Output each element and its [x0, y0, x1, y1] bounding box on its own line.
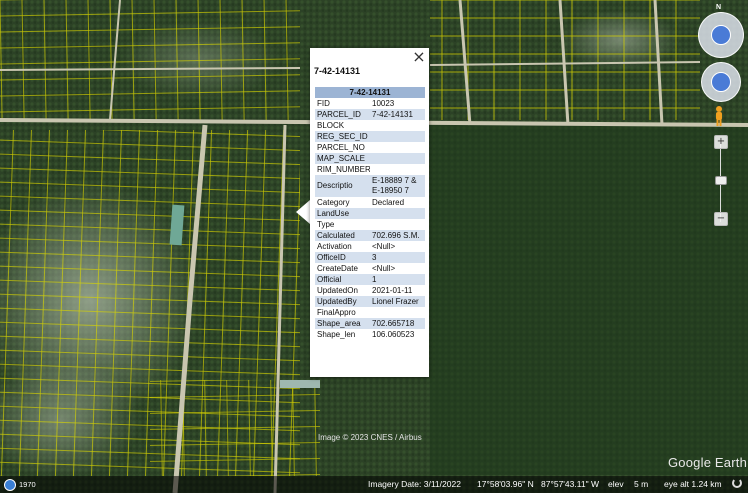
attribute-value: 106.060523	[372, 330, 415, 339]
attribute-value: <Null>	[372, 242, 396, 251]
table-row: FinalAppro	[315, 307, 425, 318]
attribute-key: Descriptio	[317, 181, 353, 190]
attribute-value	[370, 307, 425, 318]
elevation-label: elev	[608, 479, 624, 489]
attribute-key: RIM_NUMBER	[317, 165, 370, 174]
move-arrows-icon	[711, 72, 731, 92]
attribute-key: Type	[317, 220, 335, 229]
eye-altitude: eye alt 1.24 km	[664, 479, 722, 489]
longitude-readout: 87°57'43.11" W	[541, 479, 599, 489]
attribute-value: 3	[372, 253, 377, 262]
table-row: MAP_SCALE	[315, 153, 425, 164]
attribute-key: BLOCK	[317, 121, 345, 130]
table-row: Descriptio E-18889 7 & E-18950 7	[315, 175, 425, 197]
attribute-key: FID	[317, 99, 330, 108]
table-row: BLOCK	[315, 120, 425, 131]
table-row: Calculated 702.696 S.M.	[315, 230, 425, 241]
attribute-value: 702.696 S.M.	[372, 231, 420, 240]
attribute-key: Category	[317, 198, 350, 207]
table-row: Shape_len 106.060523	[315, 329, 425, 340]
table-row: CreateDate <Null>	[315, 263, 425, 274]
attribute-value: 1	[372, 275, 377, 284]
table-row: Category Declared	[315, 197, 425, 208]
historical-year: 1970	[19, 480, 36, 489]
attribute-value	[370, 208, 425, 219]
table-row: Shape_area 702.665718	[315, 318, 425, 329]
latitude-readout: 17°58'03.96" N	[477, 479, 534, 489]
attribute-value: Declared	[372, 198, 405, 207]
zoom-slider-handle[interactable]	[715, 176, 727, 185]
attribute-value	[370, 142, 425, 153]
close-icon[interactable]: ×	[412, 49, 426, 65]
attribute-key: Shape_area	[317, 319, 361, 328]
table-row: RIM_NUMBER	[315, 164, 425, 175]
attribute-value: 7-42-14131	[372, 110, 413, 119]
attribute-key: LandUse	[317, 209, 350, 218]
table-row: Official 1	[315, 274, 425, 285]
attribute-value: 2021-01-11	[372, 286, 413, 295]
eye-icon	[711, 25, 731, 45]
attribute-key: REG_SEC_ID	[317, 132, 368, 141]
google-earth-logo: Google Earth	[668, 455, 748, 470]
table-row: UpdatedOn 2021-01-11	[315, 285, 425, 296]
look-around-control[interactable]	[698, 12, 744, 58]
compass-north-label: N	[716, 4, 722, 11]
street-view-pegman-icon[interactable]	[713, 105, 725, 127]
zoom-out-button[interactable]: −	[714, 212, 728, 226]
attribute-value	[370, 120, 425, 131]
attribute-value: E-18889 7 & E-18950 7	[372, 176, 417, 195]
table-row: REG_SEC_ID	[315, 131, 425, 142]
table-row: Activation <Null>	[315, 241, 425, 252]
status-bar: Imagery Date: 3/11/2022 17°58'03.96" N 8…	[0, 476, 748, 493]
attribute-key: UpdatedOn	[317, 286, 358, 295]
attribute-value	[370, 219, 425, 230]
table-row: OfficeID 3	[315, 252, 425, 263]
attribute-value	[370, 153, 425, 164]
attribute-value: 702.665718	[372, 319, 415, 328]
imagery-copyright: Image © 2023 CNES / Airbus	[318, 433, 422, 442]
attribute-key: PARCEL_NO	[317, 143, 365, 152]
zoom-in-button[interactable]: +	[714, 135, 728, 149]
attribute-key: Official	[317, 275, 342, 284]
historical-imagery-control[interactable]: 1970	[4, 478, 36, 491]
attribute-value	[370, 164, 425, 175]
attribute-key: Activation	[317, 242, 352, 251]
table-row: FID 10023	[315, 98, 425, 109]
elevation-value: 5 m	[634, 479, 649, 489]
attribute-value: Lionel Frazer	[372, 297, 419, 306]
table-row: LandUse	[315, 208, 425, 219]
table-row: Type	[315, 219, 425, 230]
attribute-key: Calculated	[317, 231, 355, 240]
table-row: PARCEL_ID 7-42-14131	[315, 109, 425, 120]
attribute-key: FinalAppro	[317, 308, 356, 317]
loading-spinner-icon	[732, 478, 742, 488]
clock-icon	[4, 478, 16, 491]
parcel-info-balloon: × 7-42-14131 7-42-14131 FID 10023 PARCEL_I…	[310, 48, 429, 377]
balloon-title: 7-42-14131	[314, 66, 361, 76]
attribute-value	[370, 131, 425, 142]
imagery-date: Imagery Date: 3/11/2022	[368, 479, 461, 489]
table-row: UpdatedBy Lionel Frazer	[315, 296, 425, 307]
attribute-value: 10023	[372, 99, 395, 108]
move-control[interactable]	[701, 62, 741, 102]
attribute-key: OfficeID	[317, 253, 346, 262]
table-header: 7-42-14131	[315, 87, 425, 98]
attribute-value: <Null>	[372, 264, 396, 273]
attribute-key: Shape_len	[317, 330, 356, 339]
attribute-key: CreateDate	[317, 264, 358, 273]
attribute-table: 7-42-14131 FID 10023 PARCEL_ID 7-42-14131 BL…	[315, 87, 425, 340]
attribute-key: MAP_SCALE	[317, 154, 366, 163]
attribute-key: UpdatedBy	[317, 297, 357, 306]
attribute-key: PARCEL_ID	[317, 110, 361, 119]
table-row: PARCEL_NO	[315, 142, 425, 153]
balloon-pointer	[296, 200, 310, 224]
